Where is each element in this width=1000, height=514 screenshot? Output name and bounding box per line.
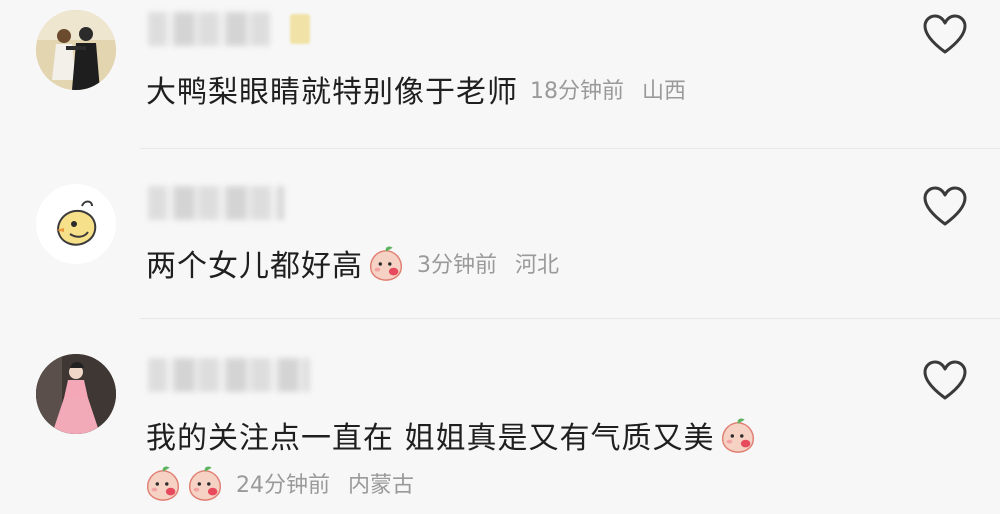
comment-time-3: 24分钟前 (236, 473, 330, 498)
peach-blush-emoji-icon (370, 246, 402, 281)
comment-divider-1 (140, 148, 1000, 149)
comment-time-1: 18分钟前 (530, 79, 624, 104)
like-heart-icon-1[interactable] (922, 14, 968, 56)
peach-blush-emoji-icon (721, 418, 754, 453)
comment-divider-2 (140, 318, 1000, 319)
comment-line-1: 大鸭梨眼睛就特别像于老师 18分钟前 山西 (146, 68, 686, 110)
comment-text-3: 我的关注点一直在 姐姐真是又有气质又美 (146, 421, 715, 456)
comment-text-1: 大鸭梨眼睛就特别像于老师 (146, 75, 518, 110)
comment-region-1: 山西 (642, 79, 687, 104)
comment-line-2: 两个女儿都好高 3分钟前 河北 (146, 240, 559, 286)
comment-meta-line-3: 24分钟前 内蒙古 (144, 462, 414, 504)
comment-line-3: 我的关注点一直在 姐姐真是又有气质又美 (146, 412, 757, 458)
comment-text-2: 两个女儿都好高 (146, 249, 363, 284)
like-heart-icon-3[interactable] (922, 360, 968, 402)
commenter-avatar-1[interactable] (36, 10, 116, 90)
user-badge-1 (290, 14, 310, 44)
comment-region-2: 河北 (515, 253, 560, 278)
comment-region-3: 内蒙古 (348, 473, 415, 498)
commenter-avatar-3[interactable] (36, 354, 116, 434)
comment-time-2: 3分钟前 (417, 253, 497, 278)
like-heart-icon-2[interactable] (922, 186, 968, 228)
commenter-avatar-2[interactable] (36, 184, 116, 264)
commenter-name-3-blurred (148, 358, 310, 392)
commenter-name-2-blurred (148, 186, 284, 220)
peach-blush-emoji-icon (189, 466, 221, 501)
commenter-name-1-blurred (148, 12, 270, 46)
peach-blush-emoji-icon (147, 466, 179, 501)
